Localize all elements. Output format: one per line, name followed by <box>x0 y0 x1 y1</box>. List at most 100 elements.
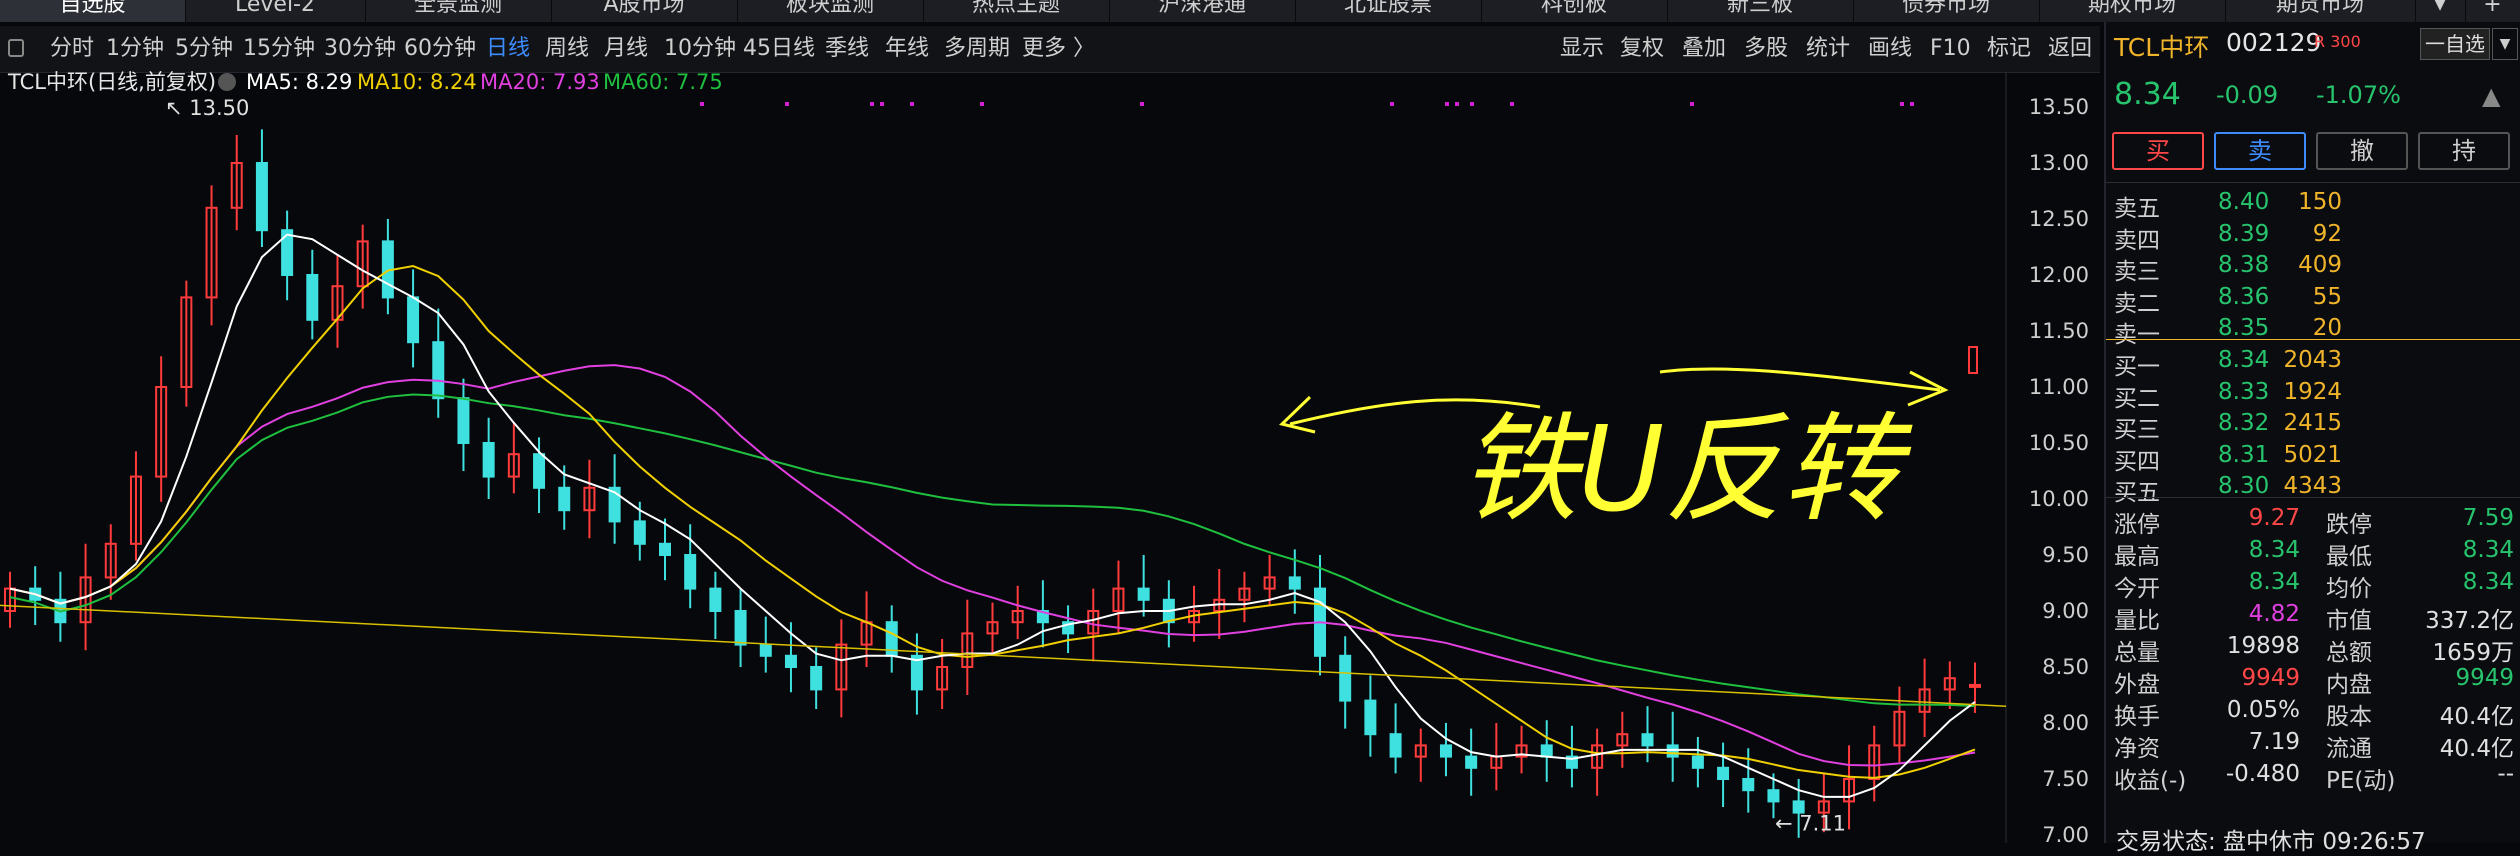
tool-0[interactable]: 显示 <box>1560 26 1604 72</box>
collapse-icon[interactable] <box>8 39 24 57</box>
asks-label: 卖二 <box>2114 290 2160 317</box>
tab-11[interactable]: 期权市场 <box>2039 0 2226 22</box>
stat-value: 7.19 <box>2248 729 2300 755</box>
bids-volume: 4343 <box>2283 473 2342 499</box>
tab-3[interactable]: A股市场 <box>551 0 738 22</box>
stat-label: 最高 <box>2114 544 2160 570</box>
asks-label: 卖一 <box>2114 322 2160 348</box>
tool-7[interactable]: 标记 <box>1987 26 2031 72</box>
tool-8[interactable]: 返回 <box>2048 26 2092 72</box>
tab-2[interactable]: 全景监测 <box>365 0 552 22</box>
stat-value: 9949 <box>2455 665 2514 691</box>
tab-12[interactable]: 期货市场 <box>2225 0 2416 22</box>
signal-dot <box>880 102 884 106</box>
tool-4[interactable]: 统计 <box>1806 26 1850 72</box>
tool-3[interactable]: 多股 <box>1744 26 1788 72</box>
bids-volume: 5021 <box>2283 441 2342 468</box>
price-marker <box>1968 346 1978 374</box>
price-tick: 10.50 <box>2028 431 2089 455</box>
price-tick: 9.50 <box>2042 543 2089 567</box>
stat-label: 总量 <box>2114 640 2160 666</box>
tab-7[interactable]: 北证股票 <box>1295 0 1482 22</box>
stock-code: 002129 <box>2226 28 2322 57</box>
tab-14[interactable]: + <box>2465 0 2520 22</box>
low-label: ← 7.11 <box>1775 812 1846 836</box>
tab-13[interactable]: ▾ <box>2415 0 2466 22</box>
tool-2[interactable]: 叠加 <box>1682 26 1726 72</box>
bids-label: 买三 <box>2114 417 2160 443</box>
stat-label: 均价 <box>2326 576 2372 602</box>
price-tick: 7.00 <box>2042 823 2089 847</box>
signal-dot <box>980 102 984 106</box>
tool-5[interactable]: 画线 <box>1868 26 1912 72</box>
stat-value: 1659万 <box>2432 640 2514 666</box>
stat-label: 跌停 <box>2326 512 2372 538</box>
trade-button-1[interactable]: 卖 <box>2214 132 2306 170</box>
period-13[interactable]: 多周期 <box>944 26 1010 72</box>
candle-body <box>482 442 495 478</box>
tool-1[interactable]: 复权 <box>1620 26 1664 72</box>
bids-volume: 2043 <box>2283 347 2342 373</box>
candle-body <box>1339 654 1352 702</box>
trade-button-0[interactable]: 买 <box>2112 132 2204 170</box>
signal-dot <box>870 102 874 106</box>
stat-value: 40.4亿 <box>2439 704 2514 730</box>
stock-name: TCL中环 <box>2114 33 2210 62</box>
stat-label: 外盘 <box>2114 672 2160 698</box>
candle-body <box>1288 576 1301 590</box>
price-tick: 11.50 <box>2028 319 2089 343</box>
handwritten-note: 铁U反转 <box>1460 400 1913 538</box>
candle-body <box>558 486 571 512</box>
candle-body <box>734 610 747 646</box>
stat-value: 0.05% <box>2226 697 2300 723</box>
tab-5[interactable]: 热点主题 <box>923 0 1110 22</box>
add-watchlist-button[interactable]: 一自选 <box>2420 28 2490 60</box>
trend-line <box>0 604 2007 707</box>
period-11[interactable]: 季线 <box>825 26 869 72</box>
stat-label: PE(动) <box>2326 768 2396 794</box>
tab-6[interactable]: 沪深港通 <box>1109 0 1296 22</box>
bids-volume: 1924 <box>2283 378 2342 405</box>
trade-button-3[interactable]: 持 <box>2418 132 2510 170</box>
stat-label: 涨停 <box>2114 512 2160 538</box>
period-14[interactable]: 更多 〉 <box>1022 26 1095 72</box>
asks-volume: 92 <box>2312 220 2342 247</box>
candle-body <box>659 542 671 556</box>
candle-body <box>432 341 445 400</box>
stat-label: 净资 <box>2114 736 2160 762</box>
stat-label: 换手 <box>2114 704 2160 730</box>
arrow-right-stroke <box>1659 367 1941 392</box>
candle-body <box>1540 744 1553 758</box>
stat-value: 9949 <box>2241 665 2300 691</box>
candle-body <box>1742 778 1755 792</box>
tab-10[interactable]: 债券市场 <box>1853 0 2040 22</box>
stat-label: 市值 <box>2326 608 2372 634</box>
signal-dot <box>1470 102 1474 106</box>
candle-body <box>255 162 268 232</box>
tab-8[interactable]: 科创板 <box>1481 0 1668 22</box>
kline-chart[interactable]: ↖ 13.50 ← 7.11 铁U反转 <box>0 72 2100 843</box>
price-change: -0.09 <box>2216 81 2279 109</box>
dropdown-icon[interactable]: ▼ <box>2492 28 2518 60</box>
bell-icon[interactable]: ▲ <box>2482 82 2500 110</box>
candle-body <box>457 397 470 445</box>
trade-button-2[interactable]: 撤 <box>2316 132 2408 170</box>
asks-label: 卖四 <box>2114 227 2160 254</box>
stat-label: 今开 <box>2114 576 2160 602</box>
stat-value: 8.34 <box>2248 537 2300 563</box>
quote-panel: TCL中环 002129 R 300 一自选 ▼ 8.34 -0.09 -1.0… <box>2104 22 2520 855</box>
asks-volume: 409 <box>2298 252 2342 278</box>
stat-label: 内盘 <box>2326 672 2372 698</box>
tab-4[interactable]: 板块监测 <box>737 0 924 22</box>
asks-volume: 150 <box>2298 189 2342 215</box>
tool-6[interactable]: F10 <box>1930 26 1971 72</box>
period-12[interactable]: 年线 <box>885 26 929 72</box>
tab-9[interactable]: 新三板 <box>1667 0 1854 22</box>
bids-price: 8.32 <box>2218 410 2270 436</box>
tab-1[interactable]: Level-2 <box>185 0 366 22</box>
candle-body <box>759 643 772 657</box>
signal-dot <box>1690 102 1694 106</box>
stat-label: 收益(-) <box>2114 768 2187 794</box>
bids-label: 买一 <box>2114 354 2160 380</box>
tab-0[interactable]: 自选股 <box>0 0 186 22</box>
